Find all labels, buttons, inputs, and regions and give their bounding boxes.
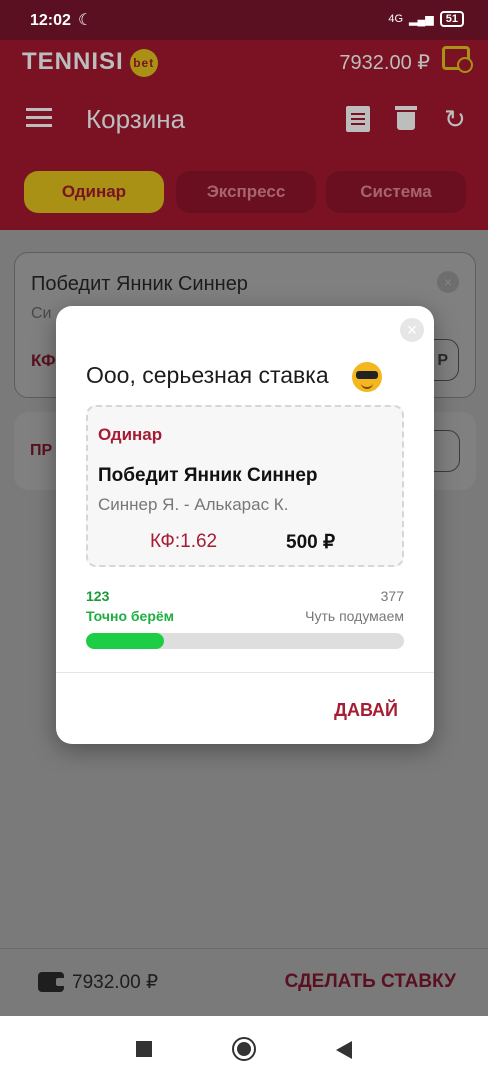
moon-icon: ☾: [78, 12, 93, 29]
refresh-icon[interactable]: ↻: [444, 104, 466, 135]
bottom-bar: 7932.00 ₽ СДЕЛАТЬ СТАВКУ: [0, 948, 488, 1017]
vote-progress-bar: [86, 633, 404, 649]
ticket-match: Синнер Я. - Алькарас К.: [98, 495, 289, 514]
agree-count: 123: [86, 588, 110, 604]
promo-label: ПР: [30, 442, 53, 459]
tab-single[interactable]: Одинар: [24, 171, 164, 213]
bottom-balance: 7932.00 ₽: [72, 972, 159, 993]
header-balance: 7932.00 ₽: [339, 52, 430, 74]
remove-bet-icon[interactable]: ×: [437, 271, 459, 293]
status-indicators: 4G ▂▄▆ 51: [388, 11, 464, 27]
bet-card-title: Победит Янник Синнер: [31, 273, 248, 295]
brand-badge: bet: [129, 48, 158, 77]
ticket-type: Одинар: [98, 425, 163, 444]
make-bet-button[interactable]: СДЕЛАТЬ СТАВКУ: [285, 971, 456, 993]
home-icon[interactable]: [232, 1037, 256, 1061]
menu-icon[interactable]: [26, 108, 52, 128]
add-funds-wallet-icon[interactable]: [442, 46, 473, 73]
close-icon[interactable]: ×: [400, 318, 424, 342]
recents-icon[interactable]: [136, 1041, 152, 1057]
tab-system[interactable]: Система: [326, 171, 466, 213]
brand-name: TENNISI: [22, 48, 124, 75]
confirm-button[interactable]: ДАВАЙ: [334, 700, 398, 721]
ticket-selection: Победит Янник Синнер: [98, 465, 318, 486]
signal-icon: ▂▄▆: [409, 13, 434, 26]
bet-card-subtitle: Си: [31, 305, 52, 322]
vote-progress-fill: [86, 633, 165, 649]
agree-label: Точно берём: [86, 608, 175, 624]
sunglasses-emoji-icon: [352, 362, 382, 392]
hesitate-label: Чуть подумаем: [305, 608, 404, 624]
page-title: Корзина: [86, 104, 186, 134]
bet-ticket: Одинар Победит Янник Синнер Синнер Я. - …: [86, 405, 404, 567]
trash-icon[interactable]: [395, 106, 417, 130]
back-icon[interactable]: [336, 1041, 352, 1059]
brand-logo: TENNISI bet: [22, 48, 158, 77]
status-bar: 12:02 ☾ 4G ▂▄▆ 51: [0, 0, 488, 40]
dialog-title: Ооо, серьезная ставка: [86, 362, 329, 388]
system-nav-bar: [0, 1016, 488, 1079]
battery-level: 51: [439, 11, 464, 27]
hesitate-count: 377: [380, 588, 404, 604]
ticket-amount: 500 ₽: [286, 532, 336, 553]
tab-express[interactable]: Экспресс: [176, 171, 316, 213]
confirm-bet-dialog: × Ооо, серьезная ставка Одинар Победит Я…: [56, 306, 434, 744]
network-type: 4G: [388, 13, 404, 25]
wallet-icon: [38, 972, 66, 992]
receipt-icon[interactable]: [346, 106, 370, 132]
bet-card-kf: КФ: [31, 351, 56, 370]
dialog-divider: [56, 672, 434, 673]
status-time: 12:02: [30, 12, 71, 29]
ticket-kf: КФ:1.62: [150, 531, 218, 552]
